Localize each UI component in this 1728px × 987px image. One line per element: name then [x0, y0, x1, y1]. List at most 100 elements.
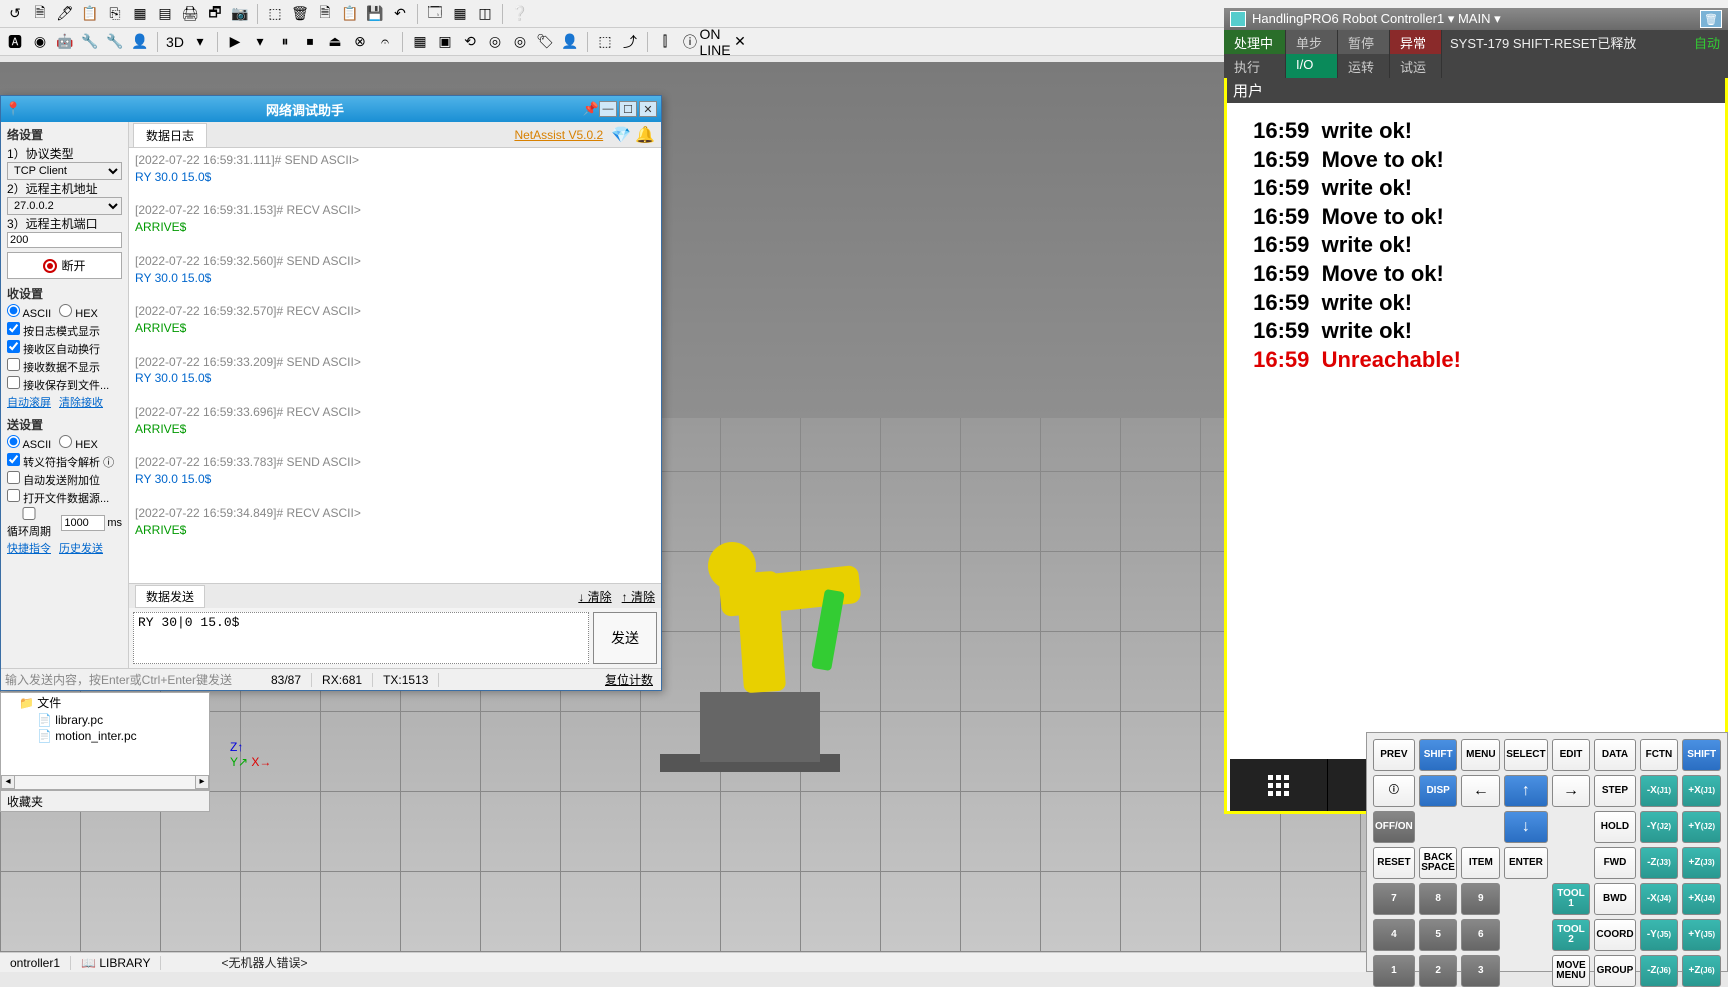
toolbar-button[interactable]: ⬚ — [594, 31, 616, 53]
cycle-input[interactable] — [61, 515, 105, 531]
chk-cycle[interactable]: 循环周期 — [7, 507, 59, 539]
toolbar-button[interactable]: 📷 — [229, 3, 251, 25]
keypad--y-j2-[interactable]: -Y(J2) — [1640, 811, 1679, 843]
keypad-edit[interactable]: EDIT — [1552, 739, 1591, 771]
toolbar-button[interactable]: 👤 — [559, 31, 581, 53]
toolbar-button[interactable]: ▦ — [129, 3, 151, 25]
toolbar-button[interactable]: ▶ — [224, 31, 246, 53]
lnk-shortcut[interactable]: 快捷指令 — [7, 540, 51, 556]
proto-select[interactable]: TCP Client — [7, 162, 122, 180]
chk-autoappend[interactable]: 自动发送附加位 — [7, 471, 122, 488]
toolbar-button[interactable]: ◉ — [29, 31, 51, 53]
gem-icon[interactable]: 💎 — [611, 125, 631, 145]
toolbar-button[interactable]: 🗎 — [29, 3, 51, 25]
toolbar-button[interactable]: ▦ — [409, 31, 431, 53]
toolbar-button[interactable]: 𝄐 — [374, 31, 396, 53]
bottom-tab-library[interactable]: 📖 LIBRARY — [71, 956, 161, 970]
version-link[interactable]: NetAssist V5.0.2 — [514, 128, 603, 142]
fkey-menu[interactable] — [1230, 759, 1328, 811]
toolbar-button[interactable]: 📋 — [79, 3, 101, 25]
tab-datasend[interactable]: 数据发送 — [135, 585, 205, 608]
keypad-group[interactable]: GROUP — [1594, 955, 1635, 987]
tab-datalog[interactable]: 数据日志 — [133, 123, 207, 147]
keypad--y-j5-[interactable]: +Y(J5) — [1682, 919, 1721, 951]
keypad-data[interactable]: DATA — [1594, 739, 1635, 771]
send-button[interactable]: 发送 — [593, 612, 657, 664]
keypad-disp[interactable]: DISP — [1419, 775, 1458, 807]
toolbar-button[interactable]: 🖊 — [54, 3, 76, 25]
keypad--x-j4-[interactable]: +X(J4) — [1682, 883, 1721, 915]
send-hex-radio[interactable]: HEX — [59, 435, 98, 451]
toolbar-button[interactable]: 🔧 — [104, 31, 126, 53]
keypad-shift[interactable]: SHIFT — [1682, 739, 1721, 771]
keypad-coord[interactable]: COORD — [1594, 919, 1635, 951]
scroll-right[interactable]: ▸ — [195, 775, 209, 789]
toolbar-button[interactable]: ON LINE — [704, 31, 726, 53]
lnk-history[interactable]: 历史发送 — [59, 540, 103, 556]
toolbar-button[interactable]: 🖨 — [179, 3, 201, 25]
toolbar-button[interactable]: 🔧 — [79, 31, 101, 53]
toolbar-button[interactable]: ⫿ — [654, 31, 676, 53]
toolbar-button[interactable]: ⬚ — [264, 3, 286, 25]
toolbar-button[interactable]: 👤 — [129, 31, 151, 53]
keypad--x-j4-[interactable]: -X(J4) — [1640, 883, 1679, 915]
toolbar-button[interactable]: 🗗 — [204, 3, 226, 25]
chk-escape[interactable]: 转义符指令解析 ⓘ — [7, 453, 122, 470]
port-input[interactable] — [7, 232, 122, 248]
toolbar-button[interactable]: ❔ — [509, 3, 531, 25]
keypad-hold[interactable]: HOLD — [1594, 811, 1635, 843]
file-item[interactable]: library.pc — [1, 712, 209, 728]
close-button[interactable]: ✕ — [639, 101, 657, 117]
toolbar-button[interactable]: ↶ — [389, 3, 411, 25]
toolbar-button[interactable]: ⏹ — [299, 31, 321, 53]
toolbar-button[interactable]: ◫ — [474, 3, 496, 25]
clear-up[interactable]: ↑ 清除 — [622, 588, 655, 605]
toolbar-button[interactable]: ⊗ — [349, 31, 371, 53]
scrollbar[interactable] — [15, 775, 195, 789]
toolbar-button[interactable]: 🗎 — [314, 3, 336, 25]
toolbar-button[interactable]: ⏸ — [274, 31, 296, 53]
keypad-4[interactable]: 4 — [1373, 919, 1415, 951]
recv-hex-radio[interactable]: HEX — [59, 304, 98, 320]
robot-model[interactable] — [640, 470, 900, 790]
folder-files[interactable]: 文件 — [1, 693, 209, 712]
toolbar-button[interactable]: ✕ — [729, 31, 751, 53]
keypad-menu[interactable]: MENU — [1461, 739, 1500, 771]
keypad-1[interactable]: 1 — [1373, 955, 1415, 987]
toolbar-button[interactable]: ◎ — [484, 31, 506, 53]
chk-savefile[interactable]: 接收保存到文件... — [7, 376, 122, 393]
toolbar-button[interactable]: 🗑 — [289, 3, 311, 25]
keypad-off-on[interactable]: OFF/ON — [1373, 811, 1415, 843]
keypad-2[interactable]: 2 — [1419, 955, 1458, 987]
keypad-back-space[interactable]: BACK SPACE — [1419, 847, 1458, 879]
keypad-tool-1[interactable]: TOOL 1 — [1552, 883, 1591, 915]
keypad-fwd[interactable]: FWD — [1594, 847, 1635, 879]
send-textarea[interactable]: RY 30|0 15.0$ — [133, 612, 589, 664]
toolbar-button[interactable]: 🏷 — [534, 31, 556, 53]
bottom-tab-controller[interactable]: ontroller1 — [0, 956, 71, 970]
bell-icon[interactable]: 🔔 — [635, 125, 655, 145]
toolbar-button[interactable]: ▾ — [189, 31, 211, 53]
data-log[interactable]: [2022-07-22 16:59:31.111]# SEND ASCII>RY… — [129, 148, 661, 583]
host-select[interactable]: 27.0.0.2 — [7, 197, 122, 215]
keypad--x-j1-[interactable]: +X(J1) — [1682, 775, 1721, 807]
keypad--[interactable]: ⓘ — [1373, 775, 1415, 807]
keypad-item[interactable]: ITEM — [1461, 847, 1500, 879]
toolbar-button[interactable]: ⎘ — [104, 3, 126, 25]
chk-openfile[interactable]: 打开文件数据源... — [7, 489, 122, 506]
max-button[interactable]: ☐ — [619, 101, 637, 117]
send-ascii-radio[interactable]: ASCII — [7, 435, 51, 451]
keypad--[interactable]: ↑ — [1504, 775, 1547, 807]
favorites-panel[interactable]: 收藏夹 — [0, 790, 210, 812]
keypad-tool-2[interactable]: TOOL 2 — [1552, 919, 1591, 951]
toolbar-button[interactable]: ↺ — [4, 3, 26, 25]
keypad--[interactable]: ← — [1461, 775, 1500, 807]
toolbar-button[interactable]: ⏏ — [324, 31, 346, 53]
pushpin-icon[interactable]: 📌 — [583, 101, 599, 117]
file-item[interactable]: motion_inter.pc — [1, 728, 209, 744]
toolbar-button[interactable]: 🤖 — [54, 31, 76, 53]
toolbar-button[interactable]: 🅰 — [4, 31, 26, 53]
chk-wrap[interactable]: 接收区自动换行 — [7, 340, 122, 357]
keypad-move-menu[interactable]: MOVE MENU — [1552, 955, 1591, 987]
pin-icon[interactable]: 📍 — [5, 101, 21, 117]
